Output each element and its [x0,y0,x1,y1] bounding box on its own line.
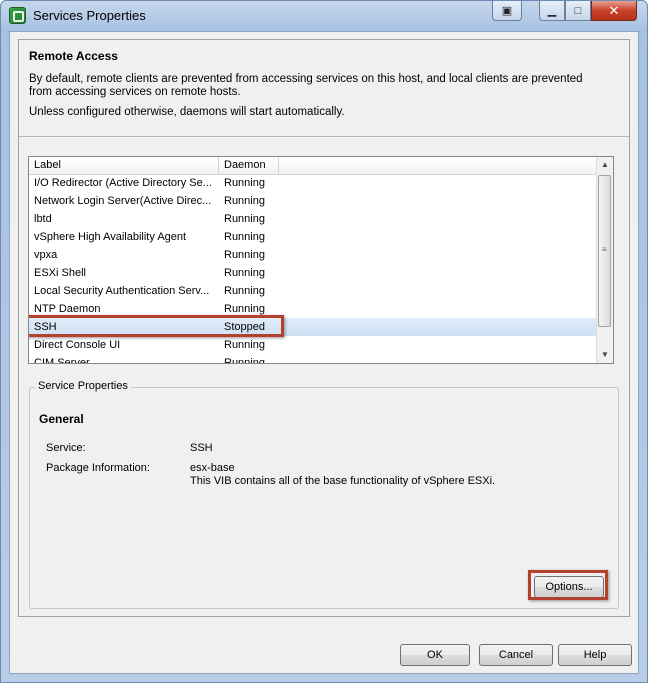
package-info-label: Package Information: [46,462,150,474]
row-daemon: Running [224,285,265,297]
row-label: Direct Console UI [34,339,121,351]
remote-access-description: By default, remote clients are prevented… [29,73,583,98]
table-row[interactable]: I/O Redirector (Active Directory Se... Ru… [29,174,599,192]
row-daemon: Running [224,213,265,225]
row-daemon: Running [224,249,265,261]
title-bar[interactable]: Services Properties ▣ ▁ □ ✕ [1,1,647,31]
row-label: vpxa [34,249,58,261]
table-row[interactable]: CIM Server Running [29,354,599,364]
maximize-icon: □ [574,4,582,17]
table-row[interactable]: Network Login Server(Active Direc... Runn… [29,192,599,210]
service-label: Service: [46,442,86,454]
row-daemon: Running [224,177,265,189]
services-properties-window: Services Properties ▣ ▁ □ ✕ Remote Acces… [0,0,648,683]
row-label: vSphere High Availability Agent [34,231,187,243]
service-properties-title: Service Properties [35,380,131,392]
row-daemon: Running [224,357,265,364]
package-description: This VIB contains all of the base functi… [190,475,496,487]
table-row[interactable]: lbtd Running [29,210,599,228]
row-daemon: Running [224,339,265,351]
row-daemon: Running [224,195,265,207]
table-row[interactable]: Direct Console UI Running [29,336,599,354]
window-extra-button[interactable]: ▣ [492,1,522,21]
table-row[interactable]: ESXi Shell Running [29,264,599,282]
ssh-row-highlight-box [29,315,284,337]
table-row[interactable]: vpxa Running [29,246,599,264]
window-title: Services Properties [33,8,146,23]
row-label: lbtd [34,213,52,225]
package-info-value: esx-base [190,462,235,474]
remote-access-heading: Remote Access [29,49,118,63]
close-button[interactable]: ✕ [591,1,637,21]
row-label: Local Security Authentication Serv... [34,285,210,297]
row-label: CIM Server [34,357,90,364]
table-header: Label Daemon [29,157,599,175]
minimize-icon: ▁ [547,5,557,17]
scroll-down-arrow-icon[interactable]: ▼ [597,347,613,363]
table-row[interactable]: Local Security Authentication Serv... Run… [29,282,599,300]
row-label: I/O Redirector (Active Directory Se... [34,177,212,189]
section-divider [19,136,629,137]
column-header-daemon[interactable]: Daemon [219,157,279,174]
scroll-up-arrow-icon[interactable]: ▲ [597,157,613,173]
table-rows: I/O Redirector (Active Directory Se... Ru… [29,174,599,364]
service-value: SSH [190,442,213,454]
service-properties-group: Service Properties General Service: SSH … [29,380,619,609]
table-row-selected-ssh[interactable]: SSH Stopped [29,315,599,337]
minimize-button[interactable]: ▁ [539,1,565,21]
scrollbar-thumb[interactable]: ≡ [598,175,611,327]
restore-view-icon: ▣ [501,5,513,17]
remote-access-panel: Remote Access By default, remote clients… [18,39,630,617]
table-vertical-scrollbar[interactable]: ▲ ≡ ▼ [596,157,613,363]
app-icon [9,7,26,24]
row-label: Network Login Server(Active Direc... [34,195,212,207]
ok-button[interactable]: OK [400,644,470,666]
cancel-button[interactable]: Cancel [479,644,553,666]
dialog-client-area: Remote Access By default, remote clients… [9,31,639,674]
close-icon: ✕ [608,2,620,18]
column-header-label[interactable]: Label [29,157,219,174]
daemons-note: Unless configured otherwise, daemons wil… [29,106,345,118]
row-label: ESXi Shell [34,267,86,279]
maximize-button[interactable]: □ [565,1,591,21]
table-row[interactable]: vSphere High Availability Agent Running [29,228,599,246]
scrollbar-grip-icon: ≡ [602,245,607,254]
general-heading: General [39,412,84,426]
help-button[interactable]: Help [558,644,632,666]
row-daemon: Running [224,231,265,243]
row-daemon: Running [224,267,265,279]
services-table: Label Daemon I/O Redirector (Active Dire… [28,156,614,364]
options-button-highlight-box [528,570,608,600]
